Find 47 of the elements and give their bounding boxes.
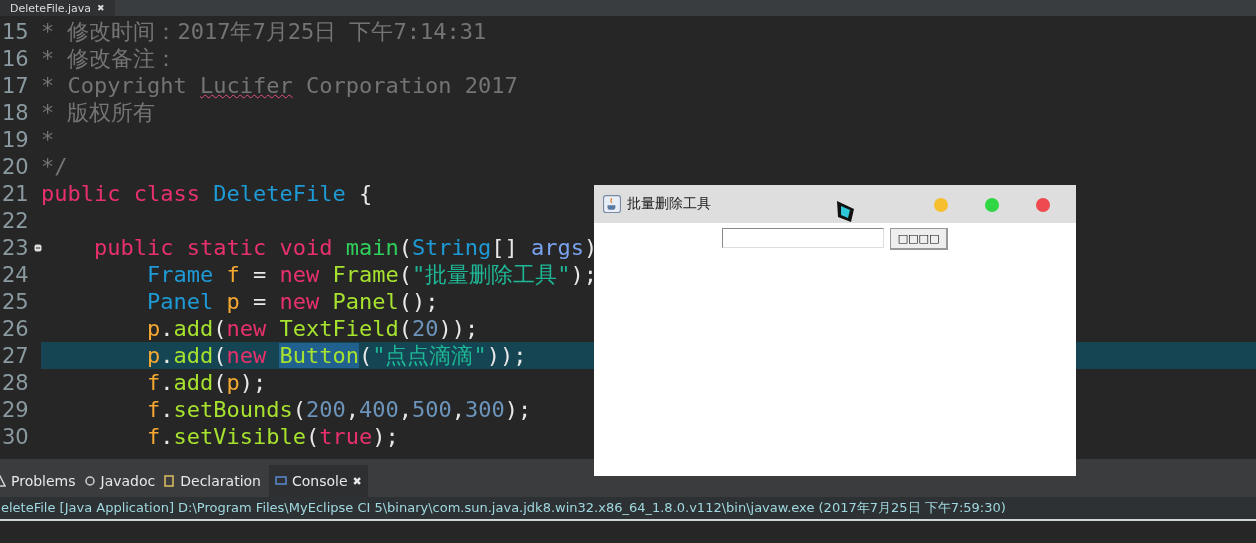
line-number: 27 [1,343,29,368]
code-line: * Copyright Lucifer Corporation 2017 [41,73,518,98]
code-line: */ [41,154,68,179]
code-line: f.add(p); [145,370,267,395]
code-line: * 修改备注： [41,44,178,73]
editor-tab[interactable]: DeleteFile.java ✖ [0,0,115,16]
line-number: 22 [1,208,29,233]
code-line: p.add(new TextField(20)); [145,316,479,341]
line-number: 16 [1,46,29,71]
line-number: 23 [1,235,29,260]
panel-tab[interactable]: Problems [0,465,82,497]
panel-tab[interactable]: Javadoc [83,465,162,497]
line-number: 21 [1,181,29,206]
app-button[interactable]: □□□□ [890,228,948,250]
panel-tab[interactable]: Declaration [163,465,267,497]
code-line: public static void main(String[] args) [92,235,598,260]
line-number: 24 [1,262,29,287]
text-field[interactable] [722,228,884,248]
code-line: p.add(new Button("点点滴滴")); [145,341,527,370]
panel-tab[interactable]: Console ✖ [269,465,368,497]
line-number: 20 [1,154,29,179]
maximize-button[interactable] [985,198,999,212]
close-button[interactable] [1036,198,1050,212]
document-icon [163,475,176,487]
code-line: * [41,127,55,152]
cursor-icon [836,199,856,225]
code-line: * 修改时间：2017年7月25日 下午7:14:31 [41,17,487,46]
line-number: 25 [1,289,29,314]
collapse-icon[interactable] [34,243,42,252]
cup-icon [603,195,621,213]
line-number: 29 [1,397,29,422]
line-number: 19 [1,127,29,152]
line-number: 18 [1,100,29,125]
code-line: * 版权所有 [41,98,156,127]
code-line: Panel p = new Panel(); [145,289,439,314]
line-number: 17 [1,73,29,98]
line-number: 26 [1,316,29,341]
monitor-icon [275,475,287,487]
code-line: public class DeleteFile { [41,181,373,206]
code-line: Frame f = new Frame("批量删除工具"); [145,260,597,289]
line-number: 30 [1,424,29,449]
code-line: f.setBounds(200,400,500,300); [145,397,532,422]
line-number: 28 [1,370,29,395]
code-line: f.setVisible(true); [145,424,399,449]
line-number: 15 [1,19,29,44]
console-status-text: eleteFile [Java Application] D:\Program Files\MyEclipse CI 5\binary\com.sun.java.jdk8.win32.x86_64_1.8.0.v112\bin\javaw.exe (2017年7月25日 下午7:59:30) [0,497,1256,519]
window-title: 批量删除工具 [627,195,711,213]
